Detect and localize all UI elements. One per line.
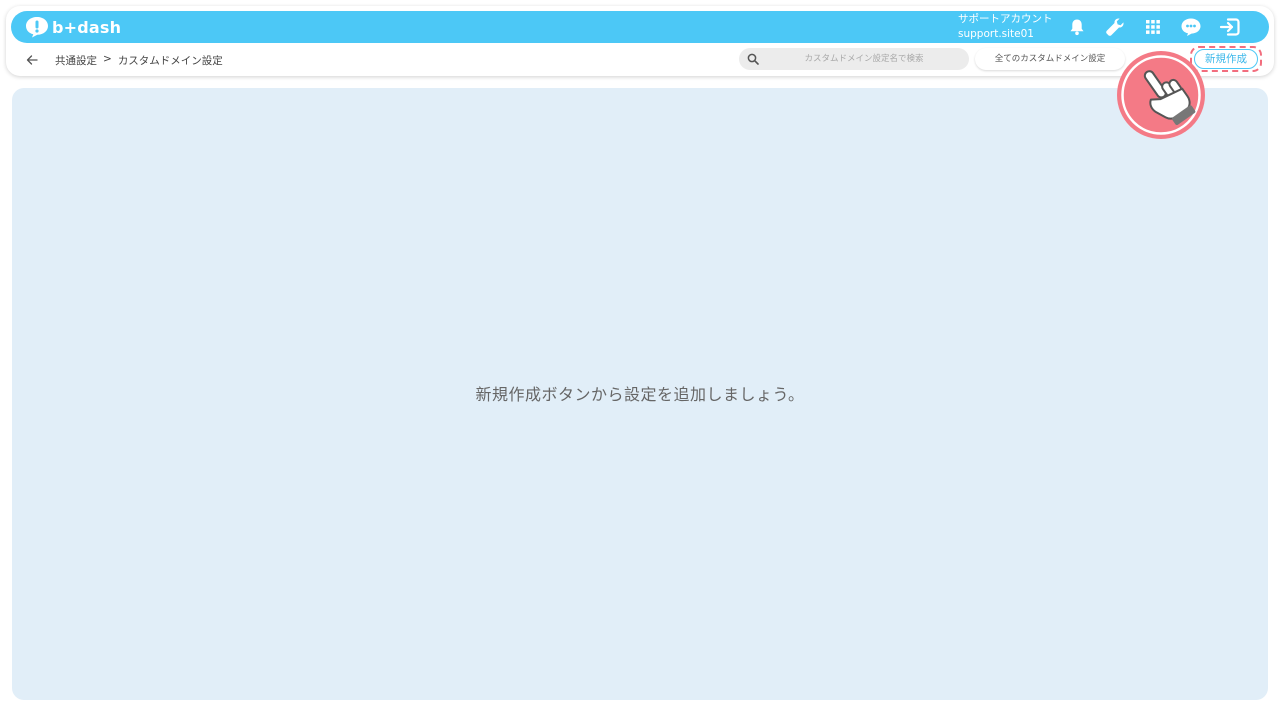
sub-toolbar: 共通設定 > カスタムドメイン設定 全てのカスタムドメイン設定 新規作成 bbox=[0, 45, 1280, 75]
breadcrumb: 共通設定 > カスタムドメイン設定 bbox=[55, 53, 223, 68]
pointing-hand-icon bbox=[1117, 51, 1205, 139]
account-name: サポートアカウント bbox=[958, 13, 1053, 25]
search-input[interactable] bbox=[769, 48, 959, 70]
logo-bubble-icon bbox=[26, 17, 48, 38]
apps-grid-icon[interactable] bbox=[1140, 15, 1166, 39]
app-logo[interactable]: b+dash bbox=[25, 15, 121, 39]
breadcrumb-item-custom-domain: カスタムドメイン設定 bbox=[117, 55, 223, 67]
account-id: support.site01 bbox=[958, 28, 1034, 40]
domain-filter-select[interactable]: 全てのカスタムドメイン設定 bbox=[975, 48, 1125, 70]
search-icon bbox=[747, 53, 759, 65]
search-box bbox=[739, 48, 969, 70]
chat-icon[interactable] bbox=[1178, 15, 1204, 39]
main-content-area: 新規作成ボタンから設定を追加しましょう。 bbox=[12, 88, 1268, 700]
logo-text: b+dash bbox=[52, 17, 122, 37]
empty-state-message: 新規作成ボタンから設定を追加しましょう。 bbox=[475, 385, 805, 404]
breadcrumb-item-common-settings[interactable]: 共通設定 bbox=[55, 53, 97, 68]
breadcrumb-separator: > bbox=[103, 53, 112, 65]
account-info[interactable]: サポートアカウント support.site01 bbox=[958, 12, 1053, 42]
back-arrow-icon[interactable] bbox=[24, 52, 40, 68]
bell-icon[interactable] bbox=[1064, 15, 1090, 39]
logout-icon[interactable] bbox=[1217, 15, 1243, 39]
wrench-icon[interactable] bbox=[1102, 15, 1128, 39]
top-navigation-bar: b+dash サポートアカウント support.site01 bbox=[11, 11, 1269, 43]
